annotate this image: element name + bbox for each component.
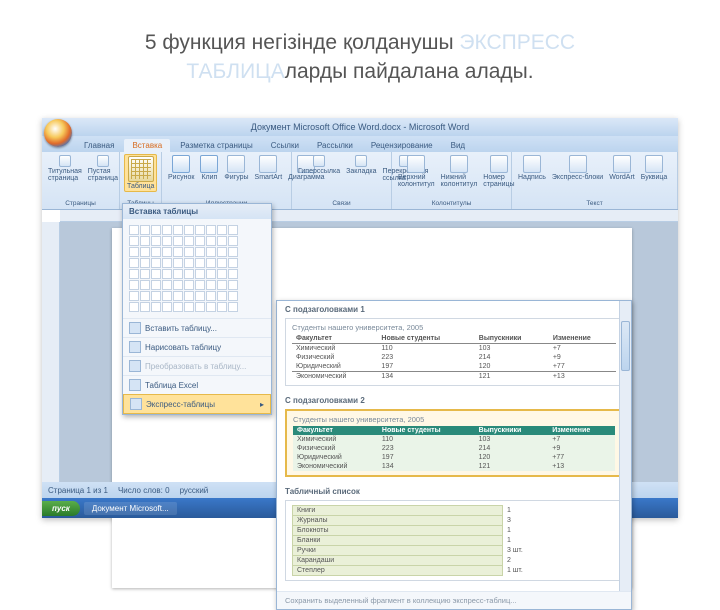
- group-pages-label: Страницы: [46, 199, 115, 207]
- footer-button[interactable]: Нижний колонтитул: [439, 154, 480, 189]
- sample-subtitle-2[interactable]: Студенты нашего университета, 2005 Факул…: [285, 409, 623, 477]
- sample-list[interactable]: Книги1Журналы3Блокноты1Бланки1Ручки3 шт.…: [285, 500, 623, 581]
- mini-table-2: ФакультетНовые студентыВыпускникиИзменен…: [293, 426, 615, 471]
- draw-table-item[interactable]: Нарисовать таблицу: [123, 337, 271, 356]
- gallery-section-3: Табличный список: [277, 483, 631, 498]
- insert-grid[interactable]: [123, 219, 271, 318]
- ruler-vertical: [42, 222, 60, 498]
- sample-subtitle-1[interactable]: Студенты нашего университета, 2005 Факул…: [285, 318, 623, 386]
- insert-table-item[interactable]: Вставить таблицу...: [123, 318, 271, 337]
- ribbon-tabs: Главная Вставка Разметка страницы Ссылки…: [42, 136, 678, 152]
- group-links-label: Связи: [296, 199, 387, 207]
- gallery-scrollbar[interactable]: [619, 301, 631, 591]
- cover-page-button[interactable]: Титульная страница: [46, 154, 84, 183]
- express-gallery: С подзаголовками 1 Студенты нашего униве…: [276, 300, 632, 610]
- header-button[interactable]: Верхний колонтитул: [396, 154, 437, 189]
- taskbar-word[interactable]: Документ Microsoft...: [84, 502, 177, 515]
- table-dropdown: Вставка таблицы Вставить таблицу... Нари…: [122, 203, 272, 415]
- dropdown-title: Вставка таблицы: [123, 204, 271, 219]
- gallery-footer[interactable]: Сохранить выделенный фрагмент в коллекци…: [277, 591, 631, 609]
- gallery-section-1: С подзаголовками 1: [277, 301, 631, 316]
- group-text-label: Текст: [516, 199, 673, 207]
- titlebar: Документ Microsoft Office Word.docx - Mi…: [42, 118, 678, 136]
- tab-home[interactable]: Главная: [76, 139, 122, 152]
- group-headerfooter-label: Колонтитулы: [396, 199, 507, 207]
- mini-table-1: ФакультетНовые студентыВыпускникиИзменен…: [292, 334, 616, 381]
- gallery-section-2: С подзаголовками 2: [277, 392, 631, 407]
- shapes-button[interactable]: Фигуры: [222, 154, 250, 182]
- tab-references[interactable]: Ссылки: [263, 139, 307, 152]
- tab-review[interactable]: Рецензирование: [363, 139, 441, 152]
- wordart-button[interactable]: WordArt: [607, 154, 637, 182]
- express-tables-item[interactable]: Экспресс-таблицы▸: [123, 394, 271, 414]
- tab-insert[interactable]: Вставка: [124, 139, 170, 152]
- clip-button[interactable]: Клип: [198, 154, 220, 182]
- textbox-button[interactable]: Надпись: [516, 154, 548, 182]
- mini-table-3: Книги1Журналы3Блокноты1Бланки1Ручки3 шт.…: [292, 505, 616, 576]
- table-button[interactable]: Таблица: [124, 154, 157, 192]
- word-window: Документ Microsoft Office Word.docx - Mi…: [42, 118, 678, 518]
- office-button[interactable]: [44, 119, 72, 147]
- smartart-button[interactable]: SmartArt: [253, 154, 285, 182]
- convert-table-item: Преобразовать в таблицу...: [123, 356, 271, 375]
- bookmark-button[interactable]: Закладка: [344, 154, 378, 176]
- picture-button[interactable]: Рисунок: [166, 154, 196, 182]
- excel-table-item[interactable]: Таблица Excel: [123, 375, 271, 394]
- tab-mailings[interactable]: Рассылки: [309, 139, 361, 152]
- ribbon: Титульная страница Пустая страница Разры…: [42, 152, 678, 210]
- tab-view[interactable]: Вид: [443, 139, 473, 152]
- dropcap-button[interactable]: Буквица: [639, 154, 670, 182]
- tab-layout[interactable]: Разметка страницы: [172, 139, 261, 152]
- quickparts-button[interactable]: Экспресс-блоки: [550, 154, 605, 182]
- slide-title: 5 функция негізінде қолданушы ЭКСПРЕСС Т…: [0, 0, 720, 105]
- blank-page-button[interactable]: Пустая страница: [86, 154, 120, 183]
- start-button[interactable]: пуск: [42, 501, 80, 516]
- hyperlink-button[interactable]: Гиперссылка: [296, 154, 342, 176]
